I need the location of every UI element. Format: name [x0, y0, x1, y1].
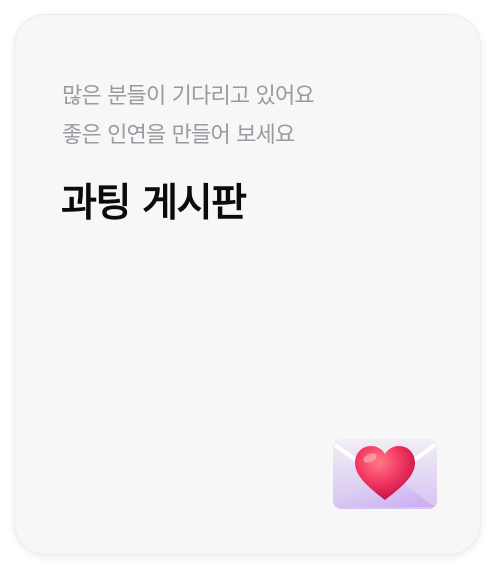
card-subtitle-line-2: 좋은 인연을 만들어 보세요	[62, 123, 295, 148]
love-letter-icon	[331, 433, 439, 513]
card-subtitle-line-1: 많은 분들이 기다리고 있어요	[62, 84, 315, 109]
card-title: 과팅 게시판	[61, 181, 247, 226]
gwating-board-card[interactable]: 많은 분들이 기다리고 있어요 좋은 인연을 만들어 보세요 과팅 게시판	[14, 14, 481, 555]
